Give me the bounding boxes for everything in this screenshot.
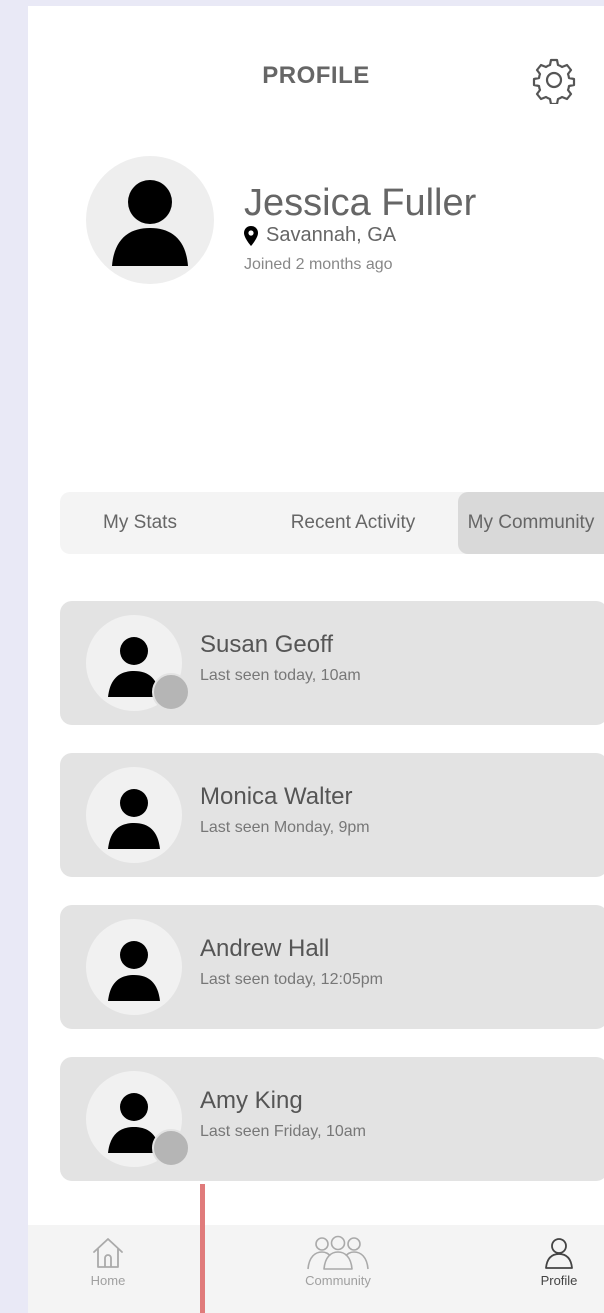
gear-icon (532, 58, 576, 106)
member-avatar (86, 767, 182, 863)
presence-indicator (152, 1129, 190, 1167)
location-pin-icon (244, 225, 258, 246)
member-name: Amy King (200, 1087, 303, 1114)
community-member-card[interactable]: Monica Walter Last seen Monday, 9pm (60, 753, 604, 877)
presence-indicator (152, 673, 190, 711)
tab-my-community[interactable]: My Community (458, 492, 604, 554)
page-title: PROFILE (262, 62, 370, 89)
member-name: Susan Geoff (200, 631, 333, 658)
phone-screen: PROFILE Jessica Fuller Savannah, GA Join… (28, 6, 604, 1313)
community-icon (307, 1235, 369, 1270)
community-member-card[interactable]: Susan Geoff Last seen today, 10am (60, 601, 604, 725)
scroll-indicator (200, 1184, 205, 1313)
profile-avatar[interactable] (86, 156, 214, 284)
member-last-seen: Last seen today, 10am (200, 667, 361, 684)
profile-name: Jessica Fuller (244, 182, 477, 224)
member-name: Monica Walter (200, 783, 353, 810)
location-text: Savannah, GA (266, 224, 397, 246)
profile-tabs: My Stats Recent Activity My Community (60, 492, 604, 554)
community-member-card[interactable]: Amy King Last seen Friday, 10am (60, 1057, 604, 1181)
user-avatar-icon (108, 789, 160, 849)
nav-community-label: Community (305, 1273, 371, 1288)
nav-home[interactable]: Home (76, 1225, 140, 1313)
member-last-seen: Last seen Monday, 9pm (200, 819, 370, 836)
community-member-card[interactable]: Andrew Hall Last seen today, 12:05pm (60, 905, 604, 1029)
nav-profile-label: Profile (540, 1273, 578, 1288)
nav-community[interactable]: Community (278, 1225, 398, 1313)
profile-location: Savannah, GA (244, 224, 396, 247)
nav-profile[interactable]: Profile (524, 1225, 594, 1313)
user-avatar-icon (112, 180, 188, 266)
tab-my-stats[interactable]: My Stats (60, 492, 220, 554)
profile-icon (545, 1238, 573, 1269)
home-icon (93, 1238, 123, 1268)
member-last-seen: Last seen Friday, 10am (200, 1123, 367, 1140)
tab-recent-activity[interactable]: Recent Activity (260, 492, 446, 554)
member-avatar (86, 919, 182, 1015)
settings-button[interactable] (530, 56, 578, 106)
member-avatar (86, 615, 190, 711)
member-avatar (86, 1071, 190, 1167)
user-avatar-icon (108, 941, 160, 1001)
member-last-seen: Last seen today, 12:05pm (200, 971, 383, 988)
bottom-nav: Home Community Profile (28, 1225, 604, 1313)
profile-joined-date: Joined 2 months ago (244, 256, 393, 273)
member-name: Andrew Hall (200, 935, 330, 962)
nav-home-label: Home (90, 1273, 126, 1288)
